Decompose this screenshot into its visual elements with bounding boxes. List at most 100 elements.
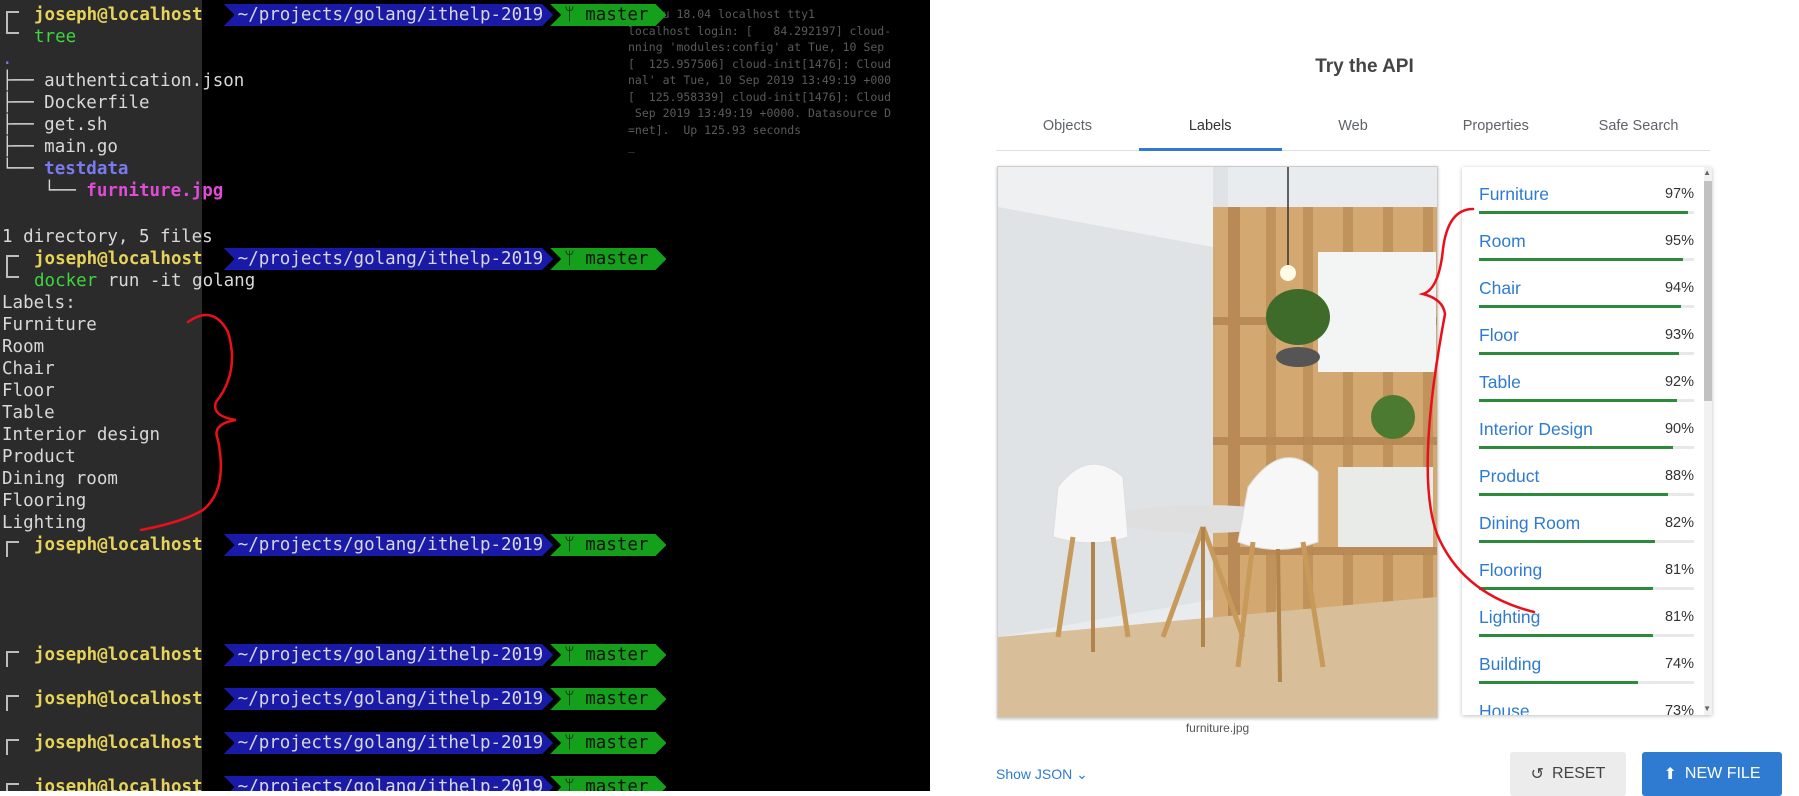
show-json-label: Show JSON (996, 766, 1073, 782)
output-label-line: Chair (2, 358, 55, 380)
scroll-down-arrow-icon[interactable]: ▼ (1703, 704, 1711, 713)
scroll-up-arrow-icon[interactable]: ▲ (1703, 168, 1711, 177)
powerline-segments: ~/projects/golang/ithelp-2019 ᛘ master (224, 776, 667, 791)
label-row[interactable]: Room 95% (1462, 214, 1704, 261)
tree-root-line: . (2, 48, 13, 70)
output-header-line: Labels: (2, 292, 76, 314)
output-label-line: Flooring (2, 490, 86, 512)
tree-item-name: main.go (44, 137, 118, 157)
git-branch-icon: ᛘ (564, 535, 586, 555)
prompt-path-segment: ~/projects/golang/ithelp-2019 (224, 4, 554, 26)
git-branch-icon: ᛘ (564, 249, 586, 269)
label-name[interactable]: Building (1479, 654, 1541, 675)
label-row[interactable]: Furniture 97% (1462, 167, 1704, 214)
reset-button[interactable]: ↺ RESET (1510, 752, 1626, 796)
prompt-gap (203, 535, 224, 555)
bg-console-line: =net]. Up 125.93 seconds (628, 122, 802, 137)
prompt-path-segment: ~/projects/golang/ithelp-2019 (224, 248, 554, 270)
label-row[interactable]: Floor 93% (1462, 308, 1704, 355)
git-branch-icon: ᛘ (564, 689, 586, 709)
bg-console-line: [ 125.958339] cloud-init[1476]: Cloud (628, 89, 892, 104)
label-name[interactable]: Room (1479, 231, 1526, 252)
label-name[interactable]: House (1479, 701, 1530, 715)
output-label: Dining room (2, 469, 118, 489)
tab-objects[interactable]: Objects (996, 108, 1139, 150)
tree-item-line: ├── authentication.json (2, 70, 244, 92)
docker-command-line: docker run -it golang (34, 270, 255, 292)
result-tabs: Objects Labels Web Properties Safe Searc… (996, 108, 1710, 151)
docker-command: docker (34, 271, 98, 291)
powerline-segments: ~/projects/golang/ithelp-2019 ᛘ master (224, 732, 667, 754)
label-name[interactable]: Product (1479, 466, 1539, 487)
label-row[interactable]: Lighting 81% (1462, 590, 1704, 637)
tab-safe-search[interactable]: Safe Search (1567, 108, 1710, 150)
prompt-branch-segment: ᛘ master (550, 732, 666, 754)
label-name[interactable]: Dining Room (1479, 513, 1580, 534)
show-json-toggle[interactable]: Show JSON ⌄ (996, 766, 1088, 783)
prompt-line: joseph@localhost ~/projects/golang/ithel… (34, 4, 666, 26)
label-row[interactable]: Chair 94% (1462, 261, 1704, 308)
prompt-gap (203, 645, 224, 665)
label-percentage: 74% (1664, 656, 1694, 672)
prompt-corner-glyph (6, 739, 19, 755)
output-label: Interior design (2, 425, 161, 445)
prompt-path-segment: ~/projects/golang/ithelp-2019 (224, 776, 554, 791)
tab-labels[interactable]: Labels (1138, 108, 1282, 151)
label-name[interactable]: Flooring (1479, 560, 1542, 581)
label-row[interactable]: Flooring 81% (1462, 543, 1704, 590)
terminal-window[interactable]: ubuntu 18.04 localhost tty1 localhost log… (0, 0, 930, 791)
label-name[interactable]: Lighting (1479, 607, 1540, 628)
prompt-path-segment: ~/projects/golang/ithelp-2019 (224, 644, 554, 666)
prompt-branch-segment: ᛘ master (550, 644, 666, 666)
powerline-segments: ~/projects/golang/ithelp-2019 ᛘ master (224, 644, 667, 666)
prompt-line: joseph@localhost ~/projects/golang/ithel… (34, 776, 666, 791)
label-name[interactable]: Chair (1479, 278, 1521, 299)
tab-properties[interactable]: Properties (1424, 108, 1567, 150)
prompt-corner-glyph (6, 783, 19, 791)
bg-console-line: _ (628, 139, 635, 153)
prompt-branch: master (585, 249, 649, 269)
uploaded-image (997, 166, 1438, 718)
label-name[interactable]: Furniture (1479, 184, 1549, 205)
tree-summary-line: 1 directory, 5 files (2, 226, 213, 248)
prompt-corner-glyph (6, 541, 19, 557)
prompt-path: ~/projects/golang/ithelp-2019 (237, 249, 544, 269)
prompt-path: ~/projects/golang/ithelp-2019 (237, 535, 544, 555)
tree-item-name: get.sh (44, 115, 108, 135)
git-branch-icon: ᛘ (564, 777, 586, 791)
label-row[interactable]: Interior Design 90% (1462, 402, 1704, 449)
git-branch-icon: ᛘ (564, 645, 586, 665)
prompt-corner-glyph (6, 651, 19, 667)
new-file-button[interactable]: ⬆ NEW FILE (1642, 752, 1782, 796)
output-label: Flooring (2, 491, 87, 511)
label-name[interactable]: Table (1479, 372, 1521, 393)
prompt-path: ~/projects/golang/ithelp-2019 (237, 777, 544, 791)
tree-branch-glyph: ├── (2, 71, 45, 91)
prompt-branch-segment: ᛘ master (550, 248, 666, 270)
upload-icon: ⬆ (1663, 766, 1677, 783)
label-name[interactable]: Floor (1479, 325, 1519, 346)
label-row[interactable]: Table 92% (1462, 355, 1704, 402)
tree-branch-glyph: ├── (2, 137, 45, 157)
git-branch-icon: ᛘ (564, 733, 586, 753)
prompt-gap (203, 777, 224, 791)
tree-item-name: Dockerfile (44, 93, 150, 113)
label-row[interactable]: House 73% (1462, 684, 1704, 715)
scrollbar-thumb[interactable] (1704, 181, 1712, 401)
label-percentage: 97% (1664, 186, 1694, 202)
tree-branch-glyph: └── (2, 181, 87, 201)
label-percentage: 93% (1664, 327, 1694, 343)
label-row[interactable]: Building 74% (1462, 637, 1704, 684)
scrollbar[interactable]: ▲ ▼ (1703, 167, 1712, 715)
bg-console-line: [ 125.957506] cloud-init[1476]: Cloud (628, 56, 892, 71)
prompt-branch-segment: ᛘ master (550, 534, 666, 556)
label-row[interactable]: Product 88% (1462, 449, 1704, 496)
label-row[interactable]: Dining Room 82% (1462, 496, 1704, 543)
prompt-branch: master (585, 733, 649, 753)
labels-result-list[interactable]: Furniture 97% Room 95% Chair 94% Floor 93% Table… (1462, 167, 1712, 715)
tree-item-line: ├── main.go (2, 136, 118, 158)
prompt-user: joseph@localhost (34, 645, 203, 665)
prompt-branch: master (585, 689, 649, 709)
label-name[interactable]: Interior Design (1479, 419, 1593, 440)
tab-web[interactable]: Web (1282, 108, 1425, 150)
